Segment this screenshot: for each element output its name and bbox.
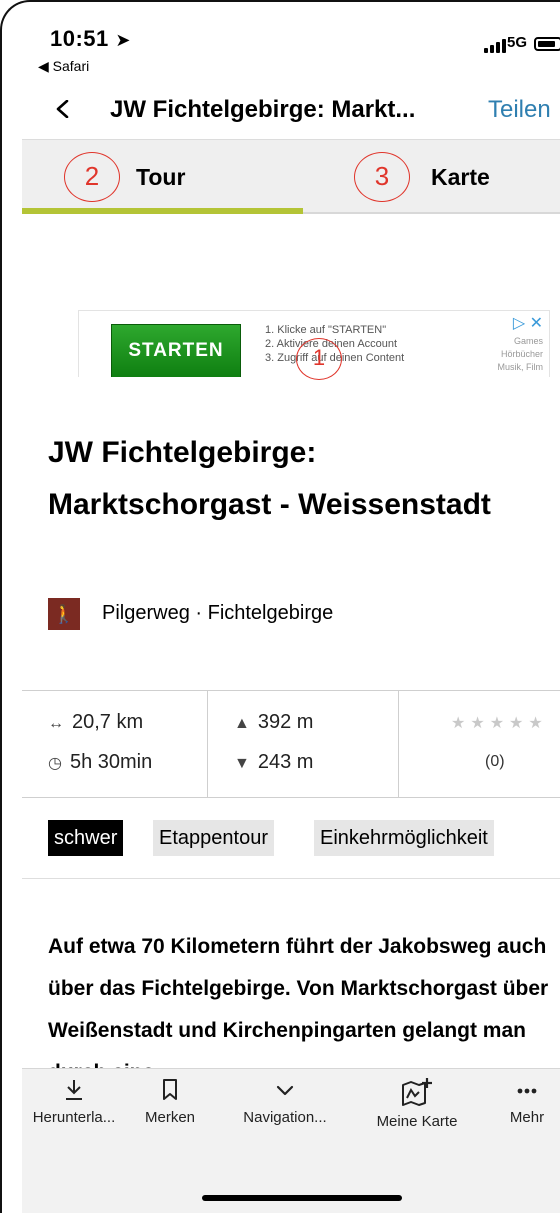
tab-tour-label: Tour — [136, 164, 186, 190]
distance-stat: ↔ 20,7 km — [48, 711, 144, 733]
stats-col-elevation: ▲ 392 m ▼ 243 m — [208, 691, 399, 797]
tab-baseline — [303, 212, 560, 214]
tag-einkehr: Einkehrmöglichkeit — [314, 820, 494, 856]
descent-stat: ▼ 243 m — [234, 751, 314, 773]
more-button[interactable]: Mehr — [492, 1077, 560, 1126]
ad-start-button[interactable]: STARTEN — [111, 324, 241, 377]
page-title: JW Fichtelgebirge: Markt... — [110, 96, 416, 123]
nav-header: JW Fichtelgebirge: Markt... Teilen — [2, 82, 560, 138]
back-chevron-icon[interactable] — [54, 100, 72, 118]
share-button[interactable]: Teilen — [488, 96, 551, 124]
bookmark-icon — [163, 1079, 177, 1100]
ad-choices-icon[interactable]: ▷ ✕ — [513, 313, 543, 333]
tag-difficulty: schwer — [48, 820, 124, 856]
annotation-circle-3: 3 — [354, 152, 410, 202]
divider — [22, 878, 560, 879]
category-label: Pilgerweg · Fichtelgebirge — [102, 602, 334, 624]
active-tab-indicator — [22, 208, 303, 214]
distance-icon: ↔ — [48, 715, 64, 732]
chevron-down-icon — [276, 1085, 294, 1096]
ad-side-text: Games Hörbücher Musik, Film — [497, 336, 544, 372]
annotation-circle-1: 1 — [296, 338, 342, 380]
home-indicator — [202, 1195, 402, 1201]
tab-karte-label: Karte — [431, 164, 490, 190]
tour-stats: ↔ 20,7 km ◷ 5h 30min ▲ 392 m ▼ 243 m ★★★★★ (… — [22, 690, 560, 798]
bottom-toolbar: Herunterla... Merken Navigation... Meine… — [22, 1068, 560, 1213]
location-arrow-icon: ➤ — [115, 30, 131, 50]
tag-etappentour: Etappentour — [153, 820, 274, 856]
duration-stat: ◷ 5h 30min — [48, 751, 153, 773]
my-map-button[interactable]: Meine Karte — [358, 1077, 476, 1130]
annotation-circle-2: 2 — [64, 152, 120, 202]
tab-bar: 2 Tour 3 Karte — [22, 139, 560, 214]
network-label: 5G — [507, 34, 528, 51]
descent-icon: ▼ — [234, 755, 250, 772]
status-time: 10:51 ➤ — [50, 26, 131, 51]
back-to-safari-link[interactable]: ◀ Safari — [38, 58, 89, 75]
signal-icon — [484, 37, 508, 53]
download-button[interactable]: Herunterla... — [22, 1077, 126, 1126]
stats-col-distance: ↔ 20,7 km ◷ 5h 30min — [22, 691, 208, 797]
hiker-icon: 🚶 — [48, 598, 80, 630]
ascent-stat: ▲ 392 m — [234, 711, 314, 733]
ascent-icon: ▲ — [234, 715, 250, 732]
clock-icon: ◷ — [48, 755, 62, 772]
battery-icon — [534, 37, 560, 51]
more-icon — [517, 1088, 537, 1094]
tab-tour[interactable]: 2 Tour — [22, 140, 303, 214]
bookmark-button[interactable]: Merken — [128, 1077, 212, 1126]
map-add-icon — [402, 1078, 432, 1106]
navigation-button[interactable]: Navigation... — [228, 1077, 342, 1126]
stats-col-rating[interactable]: ★★★★★ (0) — [399, 691, 560, 797]
tour-title: JW Fichtelgebirge: Marktschorgast - Weis… — [48, 436, 491, 521]
phone-screen: 10:51 ➤ ◀ Safari 5G JW Fichtelgebirge: M… — [0, 0, 560, 1213]
status-bar: 10:51 ➤ ◀ Safari 5G — [2, 2, 560, 82]
download-icon — [66, 1080, 82, 1100]
rating-count: (0) — [485, 753, 505, 770]
tab-karte[interactable]: 3 Karte — [303, 140, 560, 214]
rating-stars-icon[interactable]: ★★★★★ — [451, 713, 548, 733]
